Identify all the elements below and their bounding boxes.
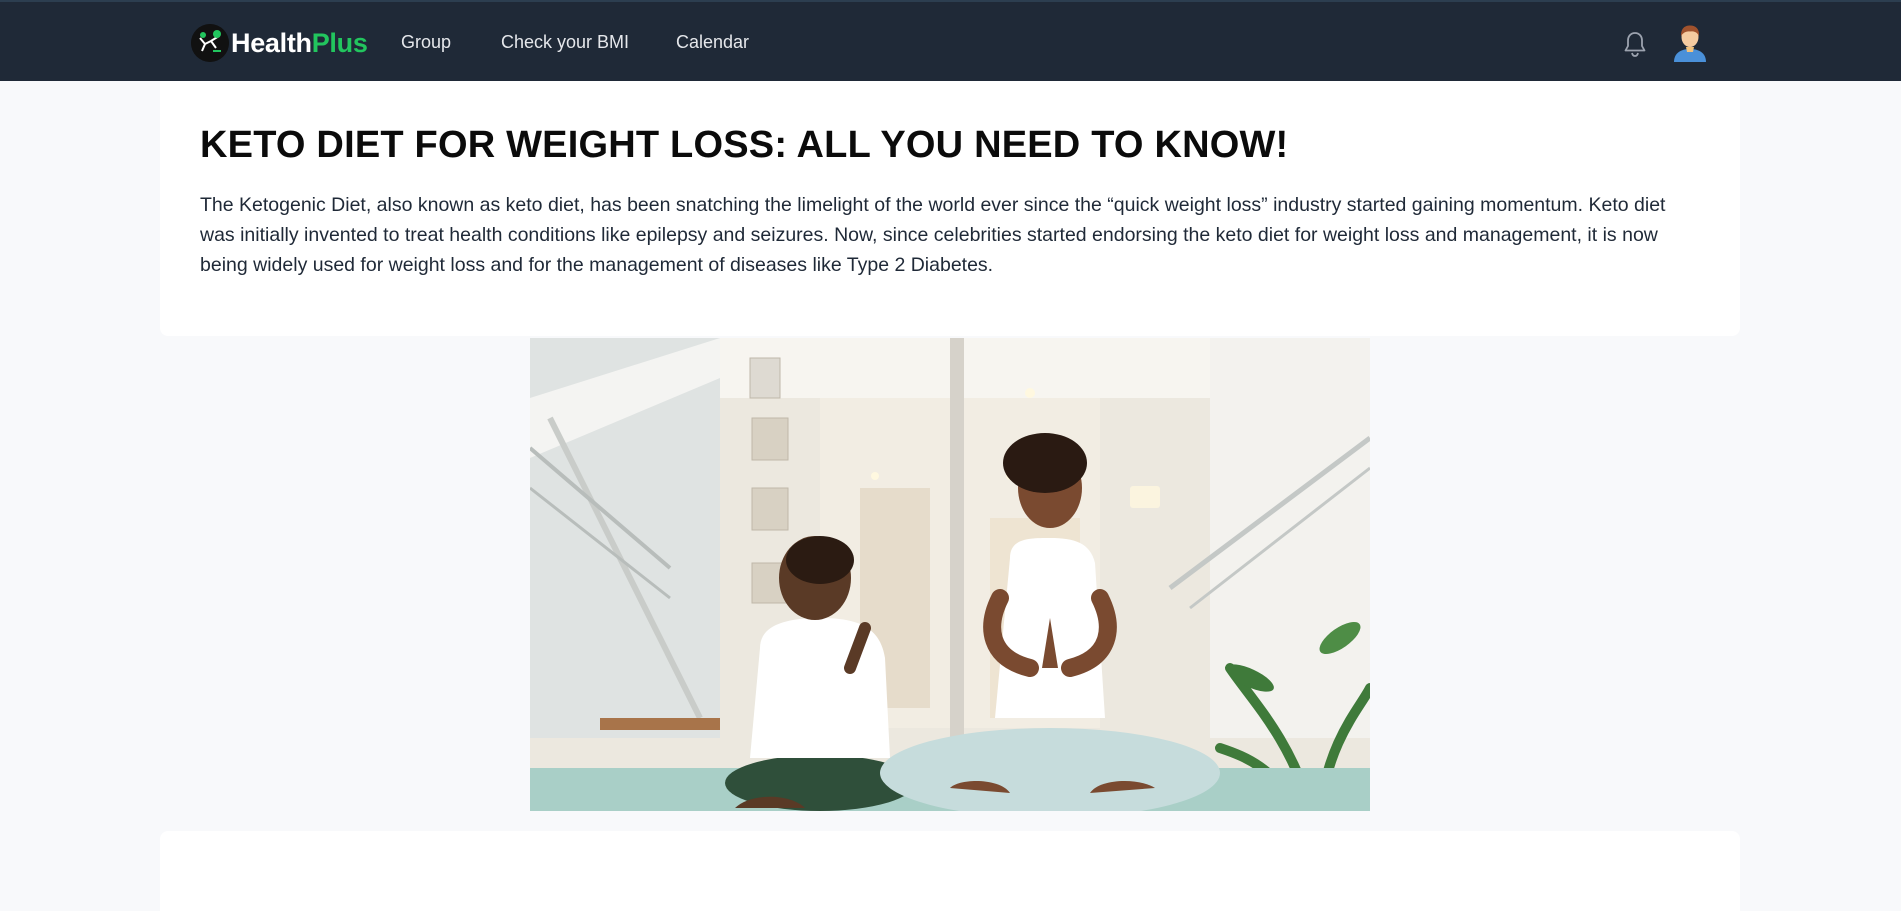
logo-emblem-icon: [191, 24, 229, 62]
bell-icon[interactable]: [1622, 30, 1648, 58]
nav-link-group[interactable]: Group: [401, 32, 451, 53]
article-content-card: [160, 831, 1740, 911]
brand-logo[interactable]: HealthPlus: [191, 24, 368, 62]
brand-name-plus: Plus: [311, 27, 368, 58]
article-title: KETO DIET FOR WEIGHT LOSS: ALL YOU NEED …: [200, 124, 1289, 166]
brand-name: HealthPlus: [231, 28, 368, 59]
article-intro: The Ketogenic Diet, also known as keto d…: [200, 194, 1666, 276]
brand-name-health: Health: [231, 27, 312, 58]
article-hero-image: [530, 338, 1370, 811]
user-avatar-icon[interactable]: [1670, 22, 1710, 62]
nav-link-check-bmi[interactable]: Check your BMI: [501, 32, 629, 53]
nav-link-calendar[interactable]: Calendar: [676, 32, 749, 53]
top-navbar: HealthPlus Group Check your BMI Calendar: [0, 0, 1901, 81]
